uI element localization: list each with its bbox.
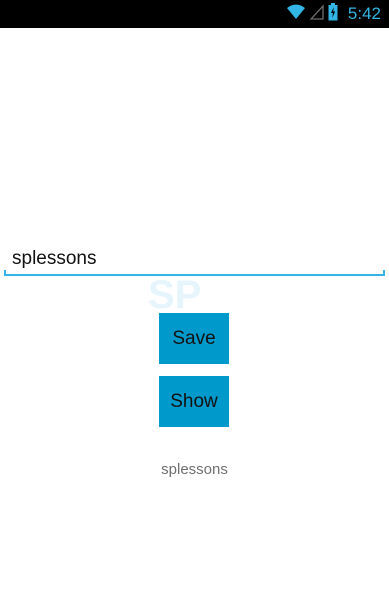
battery-icon bbox=[328, 2, 338, 26]
status-time: 5:42 bbox=[347, 4, 381, 23]
app-content: SP Save Show splessons bbox=[0, 28, 389, 595]
svg-text:SP: SP bbox=[148, 273, 201, 317]
status-bar: 5:42 bbox=[0, 0, 389, 28]
output-text: splessons bbox=[161, 461, 228, 478]
save-button[interactable]: Save bbox=[159, 313, 229, 364]
signal-icon bbox=[309, 3, 324, 25]
status-icons: 5:42 bbox=[286, 2, 381, 26]
text-input-underline bbox=[4, 270, 385, 276]
text-input[interactable] bbox=[6, 242, 384, 276]
show-button[interactable]: Show bbox=[159, 376, 229, 427]
wifi-icon bbox=[286, 4, 306, 25]
